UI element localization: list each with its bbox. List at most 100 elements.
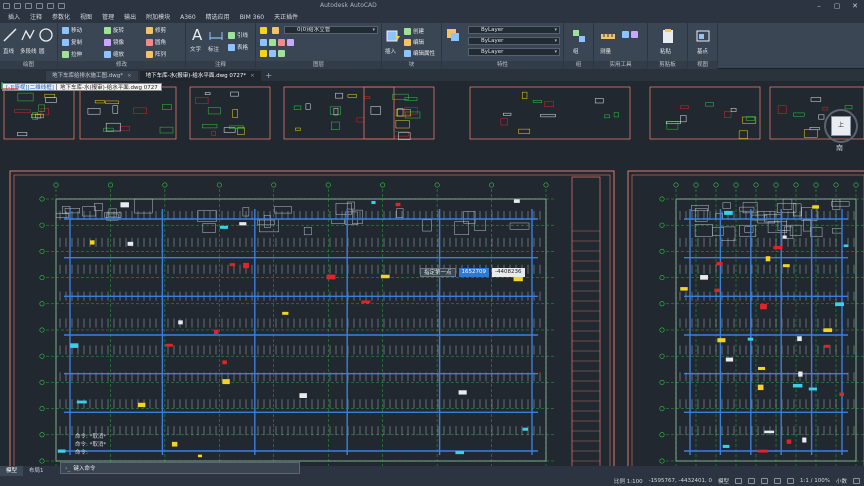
quick-select-icon xyxy=(622,31,629,38)
polyline-icon[interactable] xyxy=(20,27,36,43)
trim-button[interactable]: 修剪 xyxy=(146,26,166,34)
stretch-button[interactable]: 拉伸 xyxy=(62,50,82,58)
move-button[interactable]: 移动 xyxy=(62,26,82,34)
redo-icon[interactable] xyxy=(58,3,65,9)
layer-state-icon[interactable] xyxy=(272,27,279,34)
group-icon[interactable] xyxy=(571,28,587,44)
tab-view[interactable]: 视图 xyxy=(75,12,97,23)
measure-icon[interactable] xyxy=(600,28,616,44)
tab-tangent-plugin[interactable]: 天正插件 xyxy=(269,12,303,23)
close-tab-icon[interactable]: × xyxy=(250,73,255,79)
draw-tool-pline[interactable]: 多段线 xyxy=(20,47,37,55)
command-line[interactable]: ›_ 键入命令 xyxy=(60,462,300,474)
close-tab-icon[interactable]: × xyxy=(127,73,132,79)
customize-icon[interactable] xyxy=(853,478,860,484)
group-label[interactable]: 组 xyxy=(573,47,579,55)
measure-label[interactable]: 测量 xyxy=(600,47,611,55)
tab-annotate[interactable]: 注释 xyxy=(25,12,47,23)
viewcube-face[interactable]: 上 xyxy=(831,116,851,136)
new-icon[interactable] xyxy=(3,3,10,9)
new-tab-button[interactable]: + xyxy=(263,71,275,81)
tooltip-y-value[interactable]: -4408236 xyxy=(492,267,525,277)
ortho-toggle-icon[interactable] xyxy=(761,478,769,484)
maximize-icon[interactable]: ▢ xyxy=(828,0,846,12)
tab-addins[interactable]: 附加模块 xyxy=(141,12,175,23)
line-icon[interactable] xyxy=(2,27,18,43)
match-properties-icon[interactable] xyxy=(445,27,461,43)
mirror-button[interactable]: 镜像 xyxy=(104,38,124,46)
edit-block-button[interactable]: 编辑 xyxy=(404,38,424,46)
minimize-icon[interactable]: – xyxy=(810,0,828,12)
grid-toggle-icon[interactable] xyxy=(735,478,743,484)
command-history-line: 命令: *取消* xyxy=(75,442,107,448)
quick-access-toolbar xyxy=(0,0,65,12)
paste-label[interactable]: 粘贴 xyxy=(660,47,671,55)
viewcube[interactable]: 上 南 xyxy=(822,103,862,157)
open-icon[interactable] xyxy=(14,3,21,9)
scale-readout[interactable]: 比例 1:100 xyxy=(614,477,643,485)
insert-block-icon[interactable] xyxy=(385,28,401,44)
layer-dropdown[interactable]: 0(0)给水立管 xyxy=(284,26,378,34)
file-tab-2[interactable]: 地下车库-水(报审)-给水平面.dwg 0727* × xyxy=(139,71,261,81)
linetype-dropdown[interactable]: ByLayer xyxy=(468,37,560,45)
text-label[interactable]: 文字 xyxy=(190,45,201,53)
tab-a360[interactable]: A360 xyxy=(175,12,201,23)
drawing-area[interactable]: [-][俯视][二维线框] 地下车库-水(报审)-给水平面.dwg 0727 上… xyxy=(0,81,864,466)
layer-tool-1[interactable] xyxy=(260,39,294,46)
layer-tool-2[interactable] xyxy=(260,50,285,57)
edit-attr-button[interactable]: 编辑属性 xyxy=(404,49,435,57)
thumbnail-detail xyxy=(502,112,512,116)
tab-layout1[interactable]: 布局1 xyxy=(23,466,50,476)
text-icon[interactable]: A xyxy=(190,26,206,42)
base-view-icon[interactable] xyxy=(695,28,711,44)
fillet-button[interactable]: 圆角 xyxy=(146,38,166,46)
undo-icon[interactable] xyxy=(47,3,54,9)
axis-bubble xyxy=(853,182,859,188)
polar-toggle-icon[interactable] xyxy=(774,478,782,484)
draw-tool-line[interactable]: 直线 xyxy=(3,47,14,55)
layer-properties-button[interactable] xyxy=(260,27,267,34)
table-button[interactable]: 表格 xyxy=(228,43,248,51)
rotate-button[interactable]: 旋转 xyxy=(104,26,124,34)
print-icon[interactable] xyxy=(36,3,43,9)
copy-button[interactable]: 复制 xyxy=(62,38,82,46)
base-view-label[interactable]: 基点 xyxy=(697,47,708,55)
model-space-toggle[interactable]: 模型 xyxy=(718,477,729,485)
tab-insert[interactable]: 插入 xyxy=(3,12,25,23)
dimension-icon[interactable] xyxy=(208,26,224,42)
tab-featured-apps[interactable]: 精选应用 xyxy=(201,12,235,23)
create-block-button[interactable]: 创建 xyxy=(404,27,424,35)
utility-extra[interactable] xyxy=(622,31,638,38)
tooltip-x-value[interactable]: 1652709 xyxy=(458,267,490,277)
tab-parametric[interactable]: 参数化 xyxy=(47,12,75,23)
units-readout[interactable]: 小数 xyxy=(836,477,847,485)
pipe-fitting xyxy=(239,222,247,226)
array-button[interactable]: 阵列 xyxy=(146,50,166,58)
snap-toggle-icon[interactable] xyxy=(748,478,756,484)
command-input[interactable]: 键入命令 xyxy=(73,464,95,472)
tab-output[interactable]: 输出 xyxy=(119,12,141,23)
room-outline xyxy=(422,219,432,232)
insert-block-label[interactable]: 插入 xyxy=(385,47,396,55)
scale-button[interactable]: 缩放 xyxy=(104,50,124,58)
dimension-label[interactable]: 标注 xyxy=(208,45,219,53)
annotation-scale[interactable]: 1:1 / 100% xyxy=(800,478,830,484)
tab-manage[interactable]: 管理 xyxy=(97,12,119,23)
tab-model[interactable]: 模型 xyxy=(0,466,24,476)
close-icon[interactable]: ✕ xyxy=(846,0,864,12)
color-dropdown[interactable]: ByLayer xyxy=(468,26,560,34)
file-tab-1[interactable]: 地下车库给排水施工图.dwg* × xyxy=(46,71,138,81)
paste-icon[interactable] xyxy=(660,28,676,44)
lineweight-dropdown[interactable]: ByLayer xyxy=(468,48,560,56)
leader-button[interactable]: 引线 xyxy=(228,31,248,39)
save-icon[interactable] xyxy=(25,3,32,9)
thumbnail-detail xyxy=(211,130,216,136)
pipe-fitting xyxy=(513,199,520,203)
osnap-toggle-icon[interactable] xyxy=(787,478,795,484)
tab-bim360[interactable]: BIM 360 xyxy=(235,12,269,23)
thumbnail-detail xyxy=(17,132,28,137)
pipe-fitting xyxy=(824,344,831,348)
circle-icon[interactable] xyxy=(38,27,54,43)
edit-attr-icon xyxy=(404,49,411,57)
draw-tool-circle[interactable]: 圆 xyxy=(39,47,45,55)
